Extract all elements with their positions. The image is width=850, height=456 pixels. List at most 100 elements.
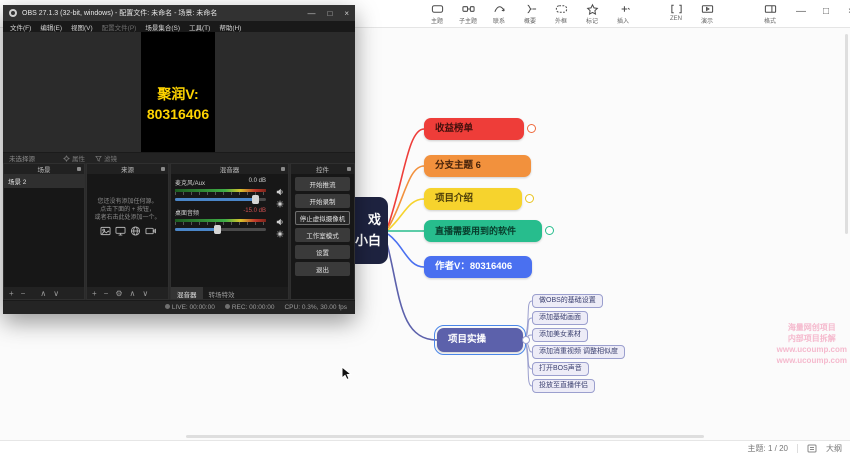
start-streaming-button[interactable]: 开始推流 [295, 177, 350, 191]
scene-list-item[interactable]: 场景 2 [4, 174, 84, 188]
subtopic-dedup-video[interactable]: 添加消重视频 调整相似度 [532, 345, 625, 359]
obs-close-button[interactable]: × [344, 9, 349, 18]
scenes-dock-header[interactable]: 场景 [4, 164, 84, 174]
add-scene-button[interactable]: + [9, 289, 14, 298]
channel-volume-db: 0.0 dB [249, 178, 266, 184]
format-label: 格式 [764, 16, 776, 25]
start-recording-button[interactable]: 开始录制 [295, 194, 350, 208]
toolbar-format-group: 格式 [758, 3, 782, 25]
subtopic-sound[interactable]: 打开BOS声音 [532, 362, 589, 376]
toolbar-mode-group: ZEN 演示 [664, 3, 719, 25]
boundary-button[interactable]: 外框 [549, 3, 573, 25]
gear-icon[interactable] [276, 230, 284, 238]
watermark-line: 海量网创项目 [777, 322, 847, 333]
outline-button[interactable]: 大纲 [826, 443, 842, 454]
remove-scene-button[interactable]: − [21, 289, 26, 298]
controls-dock-header[interactable]: 控件 [291, 164, 354, 174]
subtopic-material[interactable]: 添加美女素材 [532, 328, 588, 342]
vertical-scrollbar[interactable] [845, 34, 848, 234]
horizontal-scrollbar[interactable] [186, 435, 704, 438]
branch-node-intro[interactable]: 项目介绍 [424, 188, 522, 210]
collapse-badge[interactable] [545, 226, 554, 235]
live-dot-icon [165, 304, 170, 309]
properties-label: 属性 [72, 153, 85, 163]
volume-slider[interactable] [175, 228, 266, 231]
collapse-badge[interactable] [527, 124, 536, 133]
obs-minimize-button[interactable]: — [307, 9, 315, 18]
volume-slider[interactable] [175, 198, 266, 201]
branch-node-software[interactable]: 直播需要用到的软件 [424, 220, 542, 242]
relationship-button[interactable]: 联系 [487, 3, 511, 25]
speaker-icon[interactable] [276, 218, 284, 226]
format-button[interactable]: 格式 [758, 3, 782, 25]
scenes-title: 场景 [38, 164, 51, 174]
stop-virtual-camera-button[interactable]: 停止虚拟摄像机 [295, 211, 350, 225]
insert-button[interactable]: 插入 [611, 3, 635, 25]
menu-file[interactable]: 文件(F) [10, 22, 31, 32]
subtopic-base-scene[interactable]: 添加基础画面 [532, 311, 588, 325]
branch-node-branch6[interactable]: 分支主题 6 [424, 155, 531, 177]
branch-node-income[interactable]: 收益榜单 [424, 118, 524, 140]
marker-button[interactable]: 标记 [580, 3, 604, 25]
no-source-label: 未选择源 [9, 153, 35, 163]
source-properties-button[interactable]: ⚙ [115, 289, 122, 298]
tab-transitions[interactable]: 转场特效 [203, 287, 241, 299]
zen-label: ZEN [670, 16, 682, 22]
branch-node-practice[interactable]: 项目实操 [437, 328, 523, 352]
boundary-icon [555, 3, 568, 15]
format-icon [764, 3, 777, 15]
obs-maximize-button[interactable]: □ [327, 9, 332, 18]
watermark-line: www.ucoump.com [777, 355, 847, 366]
remove-source-button[interactable]: − [104, 289, 109, 298]
slider-knob[interactable] [214, 225, 221, 234]
channel-icons [276, 218, 284, 238]
source-up-button[interactable]: ∧ [130, 289, 136, 298]
zen-mode-button[interactable]: ZEN [664, 3, 688, 25]
collapse-badge[interactable] [525, 194, 534, 203]
present-button[interactable]: 演示 [695, 3, 719, 25]
mixer-tabs: 混音器 转场特效 [171, 287, 288, 299]
subtopic-button[interactable]: 子主题 [456, 3, 480, 25]
studio-mode-button[interactable]: 工作室模式 [295, 228, 350, 242]
mixer-dock-header[interactable]: 混音器 [171, 164, 288, 174]
subtopic-stream-companion[interactable]: 投放至直播伴侣 [532, 379, 595, 393]
obs-titlebar[interactable]: OBS 27.1.3 (32-bit, windows) - 配置文件: 未命名… [3, 5, 355, 21]
scene-down-button[interactable]: ∨ [53, 289, 59, 298]
xmind-statusbar: 主题: 1 / 20 大纲 [0, 440, 850, 456]
slider-knob[interactable] [252, 195, 259, 204]
close-button[interactable]: × [842, 6, 850, 17]
screen: 主题 子主题 联系 概要 外框 标记 [0, 0, 850, 456]
sources-dock-header[interactable]: 来源 [87, 164, 168, 174]
obs-canvas[interactable]: 聚润V: 80316406 [141, 32, 215, 152]
settings-button[interactable]: 设置 [295, 245, 350, 259]
image-source-icon [100, 226, 111, 236]
rec-timer: REC: 00:00:00 [225, 304, 275, 311]
menu-profile[interactable]: 配置文件(P) [102, 22, 137, 32]
menu-tools[interactable]: 工具(T) [189, 22, 210, 32]
maximize-button[interactable]: □ [817, 6, 835, 17]
pin-icon [161, 167, 165, 171]
exit-button[interactable]: 退出 [295, 262, 350, 276]
slider-fill [175, 228, 216, 231]
topic-button[interactable]: 主题 [425, 3, 449, 25]
scene-up-button[interactable]: ∧ [40, 289, 46, 298]
meter-ticks [175, 222, 266, 225]
add-source-button[interactable]: + [92, 289, 97, 298]
minimize-button[interactable]: — [792, 6, 810, 17]
summary-button[interactable]: 概要 [518, 3, 542, 25]
gear-icon[interactable] [276, 200, 284, 208]
topic-counter: 主题: 1 / 20 [748, 443, 788, 454]
source-down-button[interactable]: ∨ [142, 289, 148, 298]
branch-node-author[interactable]: 作者V：80316406 [424, 256, 532, 278]
menu-edit[interactable]: 编辑(E) [40, 22, 62, 32]
subtopic-obs-setup[interactable]: 做OBS的基础设置 [532, 294, 603, 308]
menu-view[interactable]: 视图(V) [71, 22, 93, 32]
menu-scene-collection[interactable]: 场景集合(S) [145, 22, 180, 32]
tab-mixer[interactable]: 混音器 [171, 287, 203, 299]
menu-help[interactable]: 帮助(H) [219, 22, 241, 32]
speaker-icon[interactable] [276, 188, 284, 196]
sources-dock: 来源 您还没有添加任何源。 点击下面的 + 按钮， 或者右击此处添加一个。 + … [86, 163, 169, 300]
filters-button[interactable]: 滤镜 [95, 153, 117, 163]
expand-handle[interactable] [522, 336, 530, 344]
properties-button[interactable]: 属性 [63, 153, 85, 163]
